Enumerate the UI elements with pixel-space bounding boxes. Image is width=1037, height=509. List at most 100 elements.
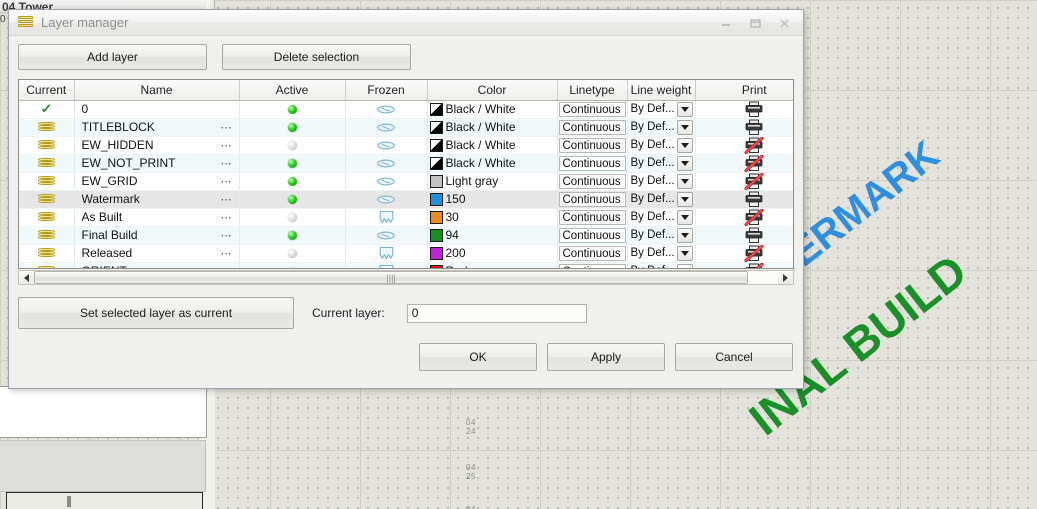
- lamp-on-icon[interactable]: [287, 177, 297, 187]
- cell-linetype[interactable]: Continuous: [557, 136, 628, 155]
- dialog-titlebar[interactable]: Layer manager: [9, 10, 803, 36]
- chevron-down-icon[interactable]: [676, 227, 693, 243]
- printer-disabled-icon[interactable]: [744, 172, 764, 190]
- table-row[interactable]: ORIENT⋯ Red ContinuousBy Def...: [19, 262, 793, 269]
- cell-current[interactable]: [19, 190, 75, 209]
- cell-print[interactable]: [695, 100, 793, 119]
- color-swatch[interactable]: [429, 228, 443, 242]
- apply-button[interactable]: Apply: [547, 343, 665, 371]
- cell-name[interactable]: EW_HIDDEN ⋯: [74, 136, 240, 155]
- add-layer-button[interactable]: Add layer: [18, 44, 207, 70]
- cell-name[interactable]: EW_NOT_PRINT ⋯: [74, 154, 240, 173]
- cell-name[interactable]: 0: [74, 100, 240, 119]
- table-row[interactable]: Watermark ⋯ 150 Continuous By Def...: [19, 190, 793, 209]
- cell-line-weight[interactable]: By Def...: [627, 190, 696, 209]
- cell-print[interactable]: [695, 244, 793, 263]
- close-icon[interactable]: [772, 14, 797, 32]
- cell-color[interactable]: Black / White: [427, 118, 558, 137]
- cell-frozen[interactable]: [345, 172, 428, 191]
- cell-linetype[interactable]: Continuous: [557, 262, 628, 268]
- column-header-print[interactable]: Print: [695, 80, 793, 101]
- column-header-name[interactable]: Name: [74, 80, 240, 101]
- cell-line-weight[interactable]: By Def...: [627, 208, 696, 227]
- column-header-linetype[interactable]: Linetype: [557, 80, 628, 101]
- sun-icon[interactable]: [376, 122, 396, 133]
- linetype-value[interactable]: Continuous: [558, 191, 626, 207]
- lamp-on-icon[interactable]: [287, 105, 297, 115]
- delete-selection-button[interactable]: Delete selection: [222, 44, 411, 70]
- cell-color[interactable]: Light gray: [427, 172, 558, 191]
- lamp-on-icon[interactable]: [287, 195, 297, 205]
- cell-line-weight[interactable]: By Def...: [627, 136, 696, 155]
- cell-active[interactable]: [239, 262, 346, 268]
- snowflake-icon[interactable]: [378, 210, 395, 224]
- lamp-off-icon[interactable]: [287, 141, 297, 151]
- cell-name[interactable]: Watermark ⋯: [74, 190, 240, 209]
- printer-icon[interactable]: [744, 119, 764, 136]
- cell-active[interactable]: [239, 208, 346, 227]
- cell-current[interactable]: [19, 262, 75, 268]
- color-swatch[interactable]: [429, 156, 443, 170]
- chevron-left-icon[interactable]: [19, 271, 34, 284]
- table-row[interactable]: ✓ 0 Black / White Continuous By Def...: [19, 100, 793, 119]
- color-swatch[interactable]: [429, 120, 443, 134]
- table-row[interactable]: As Built ⋯ 30 Continuous By Def...: [19, 208, 793, 227]
- lamp-off-icon[interactable]: [287, 267, 297, 268]
- cell-color[interactable]: Black / White: [427, 154, 558, 173]
- cell-color[interactable]: Black / White: [427, 100, 558, 119]
- cell-name[interactable]: TITLEBLOCK ⋯: [74, 118, 240, 137]
- cell-linetype[interactable]: Continuous: [557, 226, 628, 245]
- cell-active[interactable]: [239, 244, 346, 263]
- cell-frozen[interactable]: [345, 154, 428, 173]
- name-options-icon[interactable]: ⋯: [221, 193, 239, 206]
- horizontal-scrollbar[interactable]: ||||: [18, 270, 794, 285]
- cell-active[interactable]: [239, 118, 346, 137]
- cell-name[interactable]: As Built ⋯: [74, 208, 240, 227]
- line-weight-dropdown[interactable]: By Def...: [628, 119, 695, 136]
- column-header-line-weight[interactable]: Line weight: [627, 80, 696, 101]
- cell-line-weight[interactable]: By Def...: [627, 172, 696, 191]
- color-swatch[interactable]: [429, 102, 443, 116]
- linetype-value[interactable]: Continuous: [558, 101, 626, 117]
- sun-icon[interactable]: [376, 104, 396, 115]
- cell-frozen[interactable]: [345, 100, 428, 119]
- chevron-down-icon[interactable]: [676, 245, 693, 261]
- cell-linetype[interactable]: Continuous: [557, 154, 628, 173]
- cell-line-weight[interactable]: By Def...: [627, 118, 696, 137]
- color-swatch[interactable]: [429, 174, 443, 188]
- name-options-icon[interactable]: ⋯: [221, 265, 239, 269]
- cell-print[interactable]: [695, 136, 793, 155]
- lamp-off-icon[interactable]: [287, 213, 297, 223]
- lamp-on-icon[interactable]: [287, 159, 297, 169]
- line-weight-dropdown[interactable]: By Def...: [628, 173, 695, 190]
- chevron-right-icon[interactable]: [778, 271, 793, 284]
- cell-linetype[interactable]: Continuous: [557, 208, 628, 227]
- name-options-icon[interactable]: ⋯: [221, 157, 239, 170]
- printer-disabled-icon[interactable]: [744, 244, 764, 262]
- linetype-value[interactable]: Continuous: [558, 155, 626, 171]
- cell-color[interactable]: 200: [427, 244, 558, 263]
- maximize-icon[interactable]: [743, 14, 768, 32]
- cell-linetype[interactable]: Continuous: [557, 244, 628, 263]
- current-layer-input[interactable]: 0: [406, 303, 587, 323]
- cell-color[interactable]: Red: [427, 262, 558, 268]
- scrollbar-track[interactable]: ||||: [34, 271, 778, 284]
- cell-name[interactable]: EW_GRID ⋯: [74, 172, 240, 191]
- name-options-icon[interactable]: ⋯: [221, 247, 239, 260]
- color-swatch[interactable]: [429, 264, 443, 268]
- line-weight-dropdown[interactable]: By Def...: [628, 263, 695, 268]
- printer-icon[interactable]: [744, 101, 764, 118]
- cell-frozen[interactable]: [345, 244, 428, 263]
- color-swatch[interactable]: [429, 246, 443, 260]
- lamp-on-icon[interactable]: [287, 231, 297, 241]
- linetype-value[interactable]: Continuous: [558, 209, 626, 225]
- table-row[interactable]: TITLEBLOCK ⋯ Black / White Continuous By Def…: [19, 118, 793, 137]
- linetype-value[interactable]: Continuous: [558, 263, 626, 268]
- cell-linetype[interactable]: Continuous: [557, 118, 628, 137]
- lamp-off-icon[interactable]: [287, 249, 297, 259]
- printer-disabled-icon[interactable]: [744, 262, 764, 268]
- sun-icon[interactable]: [376, 194, 396, 205]
- chevron-down-icon[interactable]: [676, 209, 693, 225]
- cell-current[interactable]: ✓: [19, 100, 75, 119]
- linetype-value[interactable]: Continuous: [558, 245, 626, 261]
